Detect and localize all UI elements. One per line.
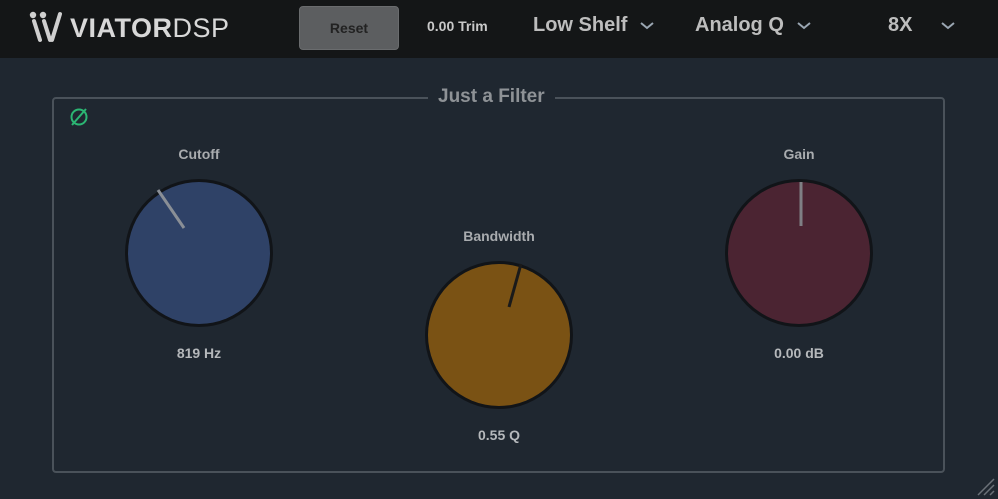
bandwidth-value: 0.55 Q <box>477 427 521 443</box>
brand-logo: VIATORDSP <box>28 8 230 48</box>
brand-name-bold: VIATOR <box>70 12 173 43</box>
filter-type-dropdown[interactable]: Low Shelf <box>533 14 655 37</box>
trim-value[interactable]: 0.00 Trim <box>427 18 488 34</box>
gain-knob[interactable] <box>724 178 874 328</box>
bandwidth-knob[interactable] <box>424 260 574 410</box>
top-toolbar: VIATORDSP Reset 0.00 Trim Low Shelf Anal… <box>0 0 998 58</box>
resize-grip-icon[interactable] <box>974 475 996 497</box>
brand-name: VIATORDSP <box>70 13 230 44</box>
brand-name-light: DSP <box>172 12 230 43</box>
chevron-down-icon <box>941 21 956 29</box>
q-type-label: Analog Q <box>695 14 784 36</box>
oversampling-dropdown[interactable]: 8X <box>888 14 956 37</box>
chevron-down-icon <box>640 21 655 29</box>
bandwidth-label: Bandwidth <box>463 228 535 244</box>
q-type-dropdown[interactable]: Analog Q <box>695 14 812 37</box>
reset-button[interactable]: Reset <box>299 6 399 50</box>
filter-type-label: Low Shelf <box>533 14 628 36</box>
cutoff-value: 819 Hz <box>176 345 222 361</box>
gain-value: 0.00 dB <box>774 345 824 361</box>
gain-label: Gain <box>783 146 815 162</box>
viator-logo-icon <box>29 11 62 42</box>
cutoff-knob[interactable] <box>124 178 274 328</box>
cutoff-label: Cutoff <box>178 146 220 162</box>
panel-title: Just a Filter <box>428 86 555 108</box>
phase-invert-icon[interactable] <box>68 106 90 128</box>
oversampling-label: 8X <box>888 14 913 36</box>
chevron-down-icon <box>797 21 811 29</box>
